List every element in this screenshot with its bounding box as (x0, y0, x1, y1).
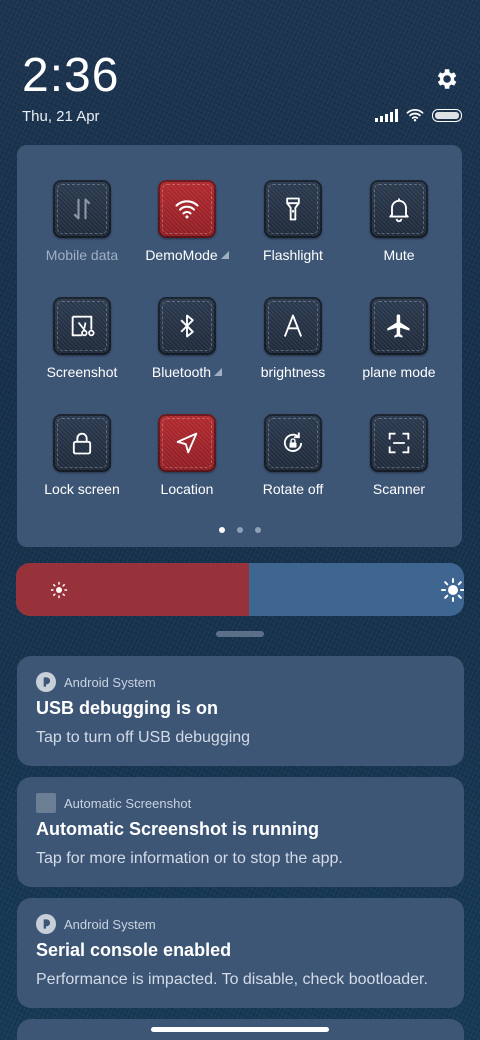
brightness-slider[interactable] (16, 563, 464, 616)
page-dot (218, 527, 225, 533)
notification-app: Automatic Screenshot (36, 793, 191, 813)
tile-bluetooth[interactable]: Bluetooth (134, 297, 240, 380)
wifi-icon (158, 180, 216, 238)
notification-card[interactable]: Automatic Screenshot Automatic Screensho… (17, 777, 464, 887)
tile-brightness[interactable]: brightness (240, 297, 346, 380)
tile-rotate-off[interactable]: Rotate off (240, 414, 346, 497)
tile-label: Mobile data (45, 247, 119, 263)
drag-handle[interactable] (216, 631, 264, 637)
tile-mobile-data[interactable]: Mobile data (29, 180, 135, 263)
notification-text: Tap for more information or to stop the … (36, 850, 343, 867)
page-dot (236, 527, 243, 533)
tile-label: Scanner (372, 481, 426, 497)
brightness-auto-icon (264, 297, 322, 355)
tile-mute[interactable]: Mute (346, 180, 452, 263)
tile-plane-mode[interactable]: plane mode (346, 297, 452, 380)
notification-card[interactable]: Android System USB debugging is on Tap t… (17, 656, 464, 766)
tile-label: plane mode (362, 364, 436, 380)
notification-title: USB debugging is on (36, 698, 218, 718)
app-icon (36, 793, 56, 813)
tile-label: Bluetooth (134, 364, 240, 380)
rotate-lock-icon (264, 414, 322, 472)
screenshot-icon (53, 297, 111, 355)
notification-card[interactable]: Android System Serial console enabled Pe… (17, 898, 464, 1008)
notification-title: Serial console enabled (36, 940, 232, 960)
location-icon (158, 414, 216, 472)
notification-title: Automatic Screenshot is running (36, 819, 320, 839)
app-name: Automatic Screenshot (64, 795, 192, 811)
tile-label: Flashlight (263, 247, 323, 263)
airplane-icon (370, 297, 428, 355)
mobile-data-icon (53, 180, 111, 238)
scanner-icon (370, 414, 428, 472)
gear-icon[interactable] (433, 66, 459, 92)
bluetooth-icon (158, 297, 216, 355)
notification-text: Performance is impacted. To disable, che… (36, 971, 428, 988)
page-dot (254, 527, 261, 533)
tile-demomode[interactable]: DemoMode (134, 180, 240, 263)
notification-app: Android System (36, 672, 156, 692)
notification-text: Tap to turn off USB debugging (36, 729, 251, 746)
tile-scanner[interactable]: Scanner (346, 414, 452, 497)
tile-label: Lock screen (44, 481, 120, 497)
tile-lock-screen[interactable]: Lock screen (29, 414, 135, 497)
tile-label: brightness (260, 364, 326, 380)
tile-label: DemoMode (134, 247, 240, 263)
tile-label: Mute (383, 247, 415, 263)
tile-location[interactable]: Location (134, 414, 240, 497)
page-indicator (17, 527, 462, 533)
tile-screenshot[interactable]: Screenshot (29, 297, 135, 380)
clock: 2:36 (22, 49, 120, 102)
notification-app: Android System (36, 914, 156, 934)
tile-label: Screenshot (46, 364, 118, 380)
android-system-icon (36, 672, 56, 692)
brightness-high-icon (441, 578, 464, 602)
quick-settings-panel: Mobile data DemoMode Flashlight Mute Scr… (17, 145, 462, 547)
signal-icon (375, 108, 398, 122)
wifi-icon (406, 108, 424, 122)
tile-label: Rotate off (262, 481, 324, 497)
app-name: Android System (64, 674, 156, 690)
lock-icon (53, 414, 111, 472)
flashlight-icon (264, 180, 322, 238)
brightness-low-icon (50, 581, 68, 599)
app-name: Android System (64, 916, 156, 932)
android-system-icon (36, 914, 56, 934)
date: Thu, 21 Apr (22, 108, 100, 125)
status-icons (375, 108, 462, 122)
tile-flashlight[interactable]: Flashlight (240, 180, 346, 263)
tile-label: Location (160, 481, 214, 497)
home-indicator[interactable] (151, 1027, 329, 1032)
bell-icon (370, 180, 428, 238)
battery-icon (432, 108, 462, 122)
